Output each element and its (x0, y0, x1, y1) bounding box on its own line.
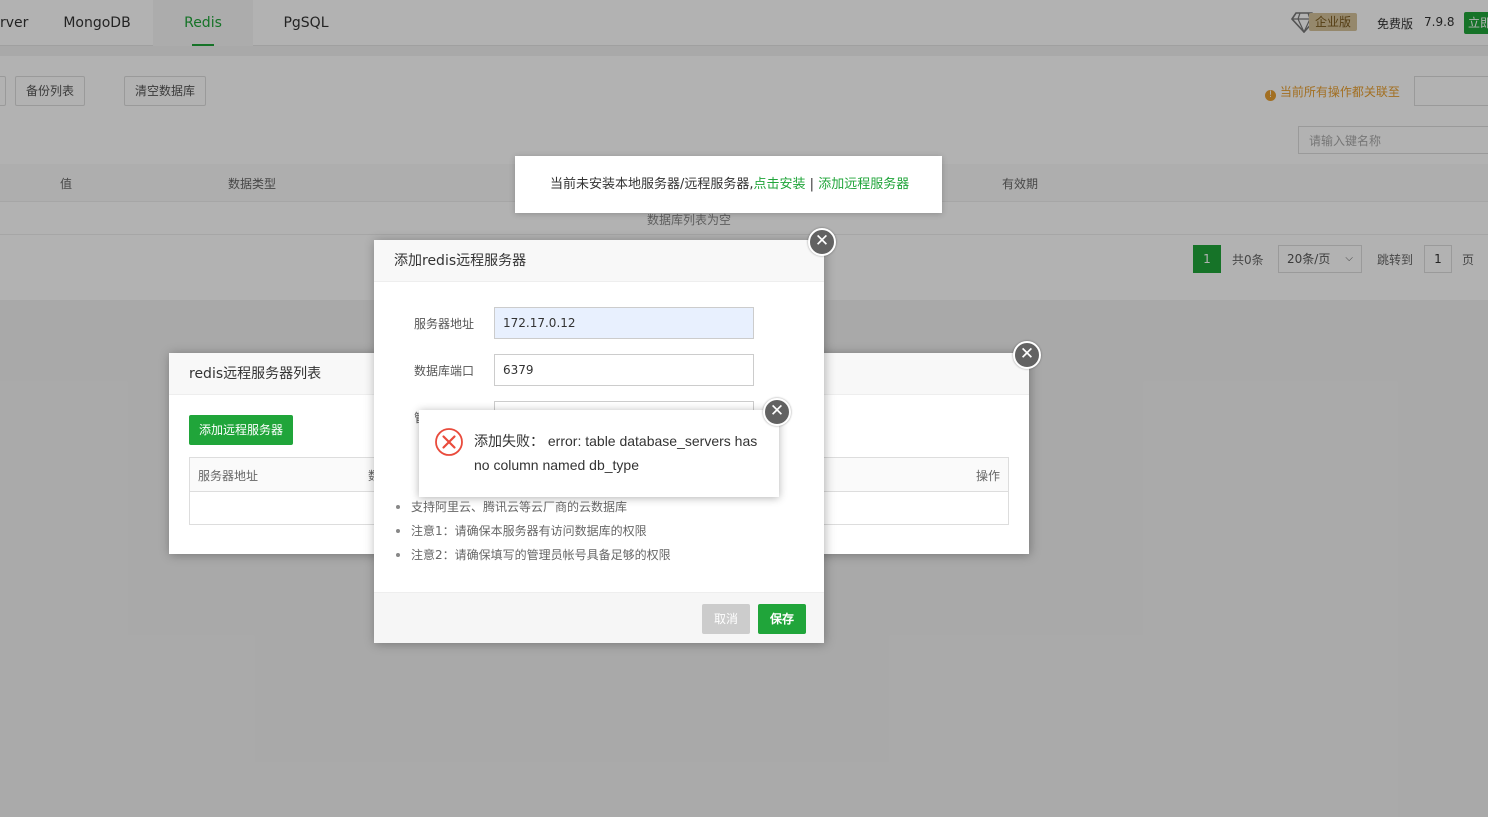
cancel-button[interactable]: 取消 (702, 604, 750, 634)
error-message: 添加失败： error: table database_servers has … (474, 433, 758, 473)
tip-text: 当前未安装本地服务器/远程服务器, (550, 177, 754, 192)
close-server-list-button[interactable]: ✕ (1013, 341, 1041, 369)
col-server-address: 服务器地址 (198, 469, 259, 483)
database-port-label: 数据库端口 (414, 364, 475, 378)
install-link[interactable]: 点击安装 (754, 177, 806, 192)
add-remote-server-link[interactable]: 添加远程服务器 (818, 177, 909, 192)
note-item: 注意2：请确保填写的管理员帐号具备足够的权限 (394, 543, 671, 567)
add-remote-server-button[interactable]: 添加远程服务器 (189, 415, 294, 445)
server-address-label: 服务器地址 (414, 317, 475, 331)
note-item: 支持阿里云、腾讯云等云厂商的云数据库 (394, 495, 671, 519)
note-item: 注意1：请确保本服务器有访问数据库的权限 (394, 519, 671, 543)
tip-separator: | (805, 177, 819, 192)
add-server-title: 添加redis远程服务器 (374, 240, 824, 282)
close-icon: ✕ (769, 401, 785, 421)
server-address-input[interactable]: 172.17.0.12 (494, 307, 754, 339)
close-icon: ✕ (814, 231, 830, 251)
error-circle-icon (435, 428, 463, 456)
close-add-server-button[interactable]: ✕ (808, 228, 836, 256)
no-server-tip: 当前未安装本地服务器/远程服务器,点击安装 | 添加远程服务器 (515, 156, 942, 213)
close-error-button[interactable]: ✕ (763, 398, 791, 426)
notes-list: 支持阿里云、腾讯云等云厂商的云数据库 注意1：请确保本服务器有访问数据库的权限 … (394, 495, 671, 567)
save-button[interactable]: 保存 (758, 604, 806, 634)
database-port-input[interactable]: 6379 (494, 354, 754, 386)
col-action: 操作 (975, 469, 1000, 483)
add-server-footer: 取消 保存 (374, 592, 824, 643)
close-icon: ✕ (1019, 344, 1035, 364)
error-dialog: 添加失败： error: table database_servers has … (419, 410, 779, 497)
